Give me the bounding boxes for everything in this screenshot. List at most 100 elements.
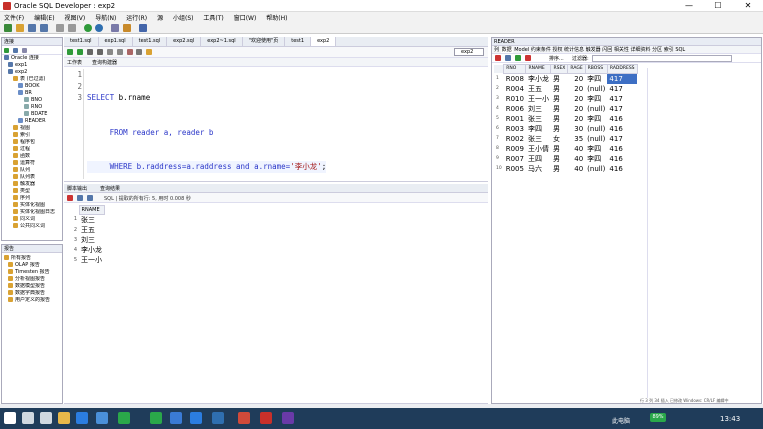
- edge-icon[interactable]: [76, 412, 88, 424]
- search-icon[interactable]: [22, 412, 34, 424]
- tree-item[interactable]: 序列: [4, 195, 62, 202]
- tree-item[interactable]: 实体化视图日志: [4, 209, 62, 216]
- refresh-icon[interactable]: [86, 195, 93, 201]
- table-row[interactable]: 4 李小龙: [64, 245, 104, 255]
- tree-item[interactable]: RNO: [4, 104, 62, 111]
- new-icon[interactable]: [4, 24, 12, 32]
- cell[interactable]: 刘三: [79, 235, 104, 245]
- table-row[interactable]: 6 R003 李四男 30 (null) 416: [494, 124, 637, 134]
- tab-query-result[interactable]: 查询结果: [100, 185, 120, 192]
- tree-item[interactable]: 触发器: [4, 181, 62, 188]
- tree-item[interactable]: 队列: [4, 167, 62, 174]
- cell[interactable]: 王五: [79, 225, 104, 235]
- tab-query-builder[interactable]: 查询构建器: [92, 59, 117, 66]
- commit-icon[interactable]: [86, 49, 93, 55]
- app-icon[interactable]: [118, 412, 130, 424]
- sort-button[interactable]: 排序...: [549, 55, 564, 62]
- save-all-icon[interactable]: [39, 24, 48, 32]
- add-connection-icon[interactable]: [4, 48, 9, 53]
- tree-item[interactable]: 程序包: [4, 139, 62, 146]
- table-row[interactable]: 10 R005 马六男 40 (null) 416: [494, 164, 637, 174]
- table-row[interactable]: 3 R010 王一小男 20 李四 417: [494, 94, 637, 104]
- forward-icon[interactable]: [95, 24, 104, 32]
- tab-test1-sql[interactable]: test1.sql: [64, 37, 99, 46]
- tree-item[interactable]: Timesten 报告: [4, 269, 62, 276]
- tree-item[interactable]: READER: [4, 118, 62, 125]
- connection-selector[interactable]: exp2: [454, 48, 484, 56]
- run-statement-icon[interactable]: [67, 49, 73, 55]
- tree-item[interactable]: 数据模型报告: [4, 283, 62, 290]
- debug-icon[interactable]: [123, 24, 132, 32]
- rollback-icon[interactable]: [96, 49, 103, 55]
- file-explorer-icon[interactable]: [58, 412, 70, 424]
- close-button[interactable]: ✕: [733, 0, 763, 12]
- tab-details[interactable]: 详细资料: [630, 47, 650, 53]
- app-icon[interactable]: [190, 412, 202, 424]
- table-row[interactable]: 1 R008 李小龙男 20 李四 417: [494, 73, 638, 84]
- tab-statistics[interactable]: 统计信息: [564, 47, 584, 53]
- tree-item[interactable]: 公共同义词: [4, 223, 62, 230]
- wechat-icon[interactable]: [150, 412, 162, 424]
- tab-worksheet[interactable]: 工作表: [67, 59, 82, 66]
- app-icon[interactable]: [238, 412, 250, 424]
- filter-icon[interactable]: [21, 48, 27, 53]
- tab-exp1-sql[interactable]: exp1.sql: [99, 37, 133, 46]
- sql-developer-icon[interactable]: [260, 412, 272, 424]
- tree-item[interactable]: 同义词: [4, 216, 62, 223]
- tab-dependencies[interactable]: 相关性: [614, 47, 629, 53]
- column-header[interactable]: RNO: [503, 64, 527, 74]
- filter-input[interactable]: [592, 55, 732, 62]
- tree-item[interactable]: 表 (已过滤): [4, 76, 62, 83]
- column-header[interactable]: RADDRESS: [606, 64, 638, 74]
- tab-test1[interactable]: test1: [285, 37, 312, 46]
- tab-exp2-sql[interactable]: exp2.sql: [167, 37, 202, 46]
- tree-item[interactable]: 索引: [4, 132, 62, 139]
- undo-icon[interactable]: [55, 24, 64, 32]
- table-row[interactable]: 2 R004 王五男 20 (null) 417: [494, 84, 637, 94]
- redo-icon[interactable]: [67, 24, 76, 32]
- run-script-icon[interactable]: [76, 49, 83, 55]
- cell[interactable]: 张三: [79, 214, 104, 225]
- tree-item[interactable]: BOOK: [4, 83, 62, 90]
- windows-start-icon[interactable]: [4, 412, 16, 424]
- table-row[interactable]: 8 R009 王小倩男 40 李四 416: [494, 144, 637, 154]
- tree-item[interactable]: exp2: [4, 69, 62, 76]
- cell[interactable]: 王一小: [79, 255, 104, 265]
- tree-item[interactable]: 队列表: [4, 174, 62, 181]
- table-row[interactable]: 1 张三: [64, 214, 104, 225]
- maximize-button[interactable]: ☐: [703, 0, 733, 12]
- tree-item[interactable]: 过程: [4, 146, 62, 153]
- app-icon[interactable]: [96, 412, 108, 424]
- db-icon[interactable]: [139, 24, 148, 32]
- sql-icon[interactable]: [111, 24, 120, 32]
- explain-icon[interactable]: [106, 49, 113, 55]
- tab-columns[interactable]: 列: [494, 47, 499, 53]
- open-icon[interactable]: [15, 24, 24, 32]
- pin-icon[interactable]: [67, 195, 73, 201]
- sql-editor[interactable]: 1 2 3 SELECT b.rname FROM reader a, read…: [64, 67, 488, 182]
- app-icon[interactable]: [170, 412, 182, 424]
- tab-welcome[interactable]: "欢迎使用"页: [243, 37, 286, 46]
- run-icon[interactable]: [83, 24, 92, 32]
- tab-grants[interactable]: 授权: [552, 47, 562, 53]
- column-header[interactable]: RSEX: [550, 64, 569, 74]
- tree-item[interactable]: 分析视图报告: [4, 276, 62, 283]
- tab-exp2-1-sql[interactable]: exp2~1.sql: [201, 37, 243, 46]
- app-icon[interactable]: [282, 412, 294, 424]
- tree-item[interactable]: exp1: [4, 62, 62, 69]
- tree-item[interactable]: 视图: [4, 125, 62, 132]
- tree-item[interactable]: Oracle 连接: [4, 55, 62, 62]
- tab-constraints[interactable]: 约束条件: [531, 47, 551, 53]
- tab-indexes[interactable]: 索引: [664, 47, 674, 53]
- tab-script-output[interactable]: 脚本输出: [67, 185, 87, 192]
- clear-icon[interactable]: [126, 49, 133, 55]
- tree-item[interactable]: 类型: [4, 188, 62, 195]
- cell[interactable]: 李小龙: [79, 245, 104, 255]
- export-icon[interactable]: [76, 195, 83, 201]
- tree-item[interactable]: 所有报告: [4, 255, 62, 262]
- tab-test1-sql-2[interactable]: test1.sql: [133, 37, 168, 46]
- table-row[interactable]: 3 刘三: [64, 235, 104, 245]
- table-row[interactable]: 4 R006 刘三男 20 (null) 417: [494, 104, 637, 114]
- minimize-button[interactable]: —: [674, 0, 704, 12]
- tab-data[interactable]: 数据: [500, 47, 513, 53]
